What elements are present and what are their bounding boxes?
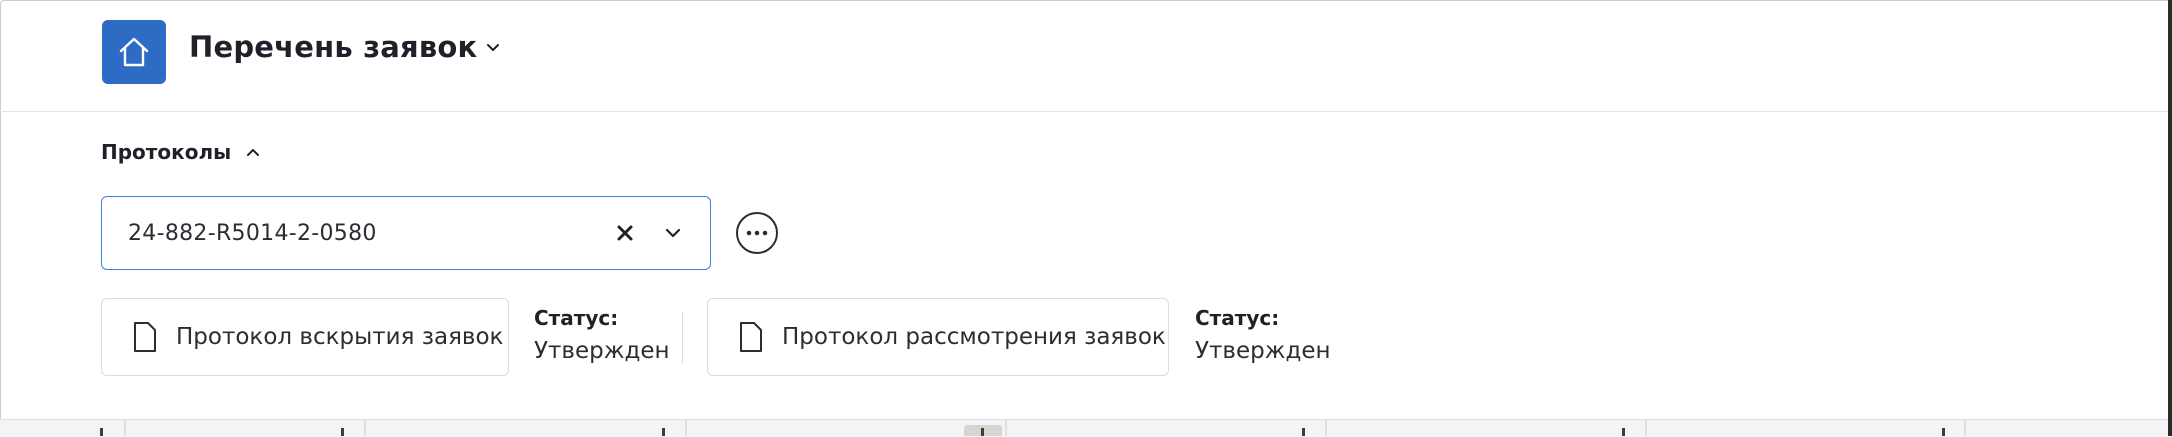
close-icon[interactable] bbox=[610, 218, 640, 248]
status-value: Утвержден bbox=[534, 338, 670, 364]
more-horizontal-icon bbox=[745, 230, 769, 236]
column-separator[interactable] bbox=[1964, 419, 1966, 436]
page-title: Перечень заявок bbox=[189, 30, 478, 64]
status-value: Утвержден bbox=[1195, 338, 1331, 364]
column-separator[interactable] bbox=[1645, 419, 1647, 436]
column-separator[interactable] bbox=[685, 419, 687, 436]
review-protocol-button[interactable]: Протокол рассмотрения заявок bbox=[707, 298, 1169, 376]
page-title-dropdown[interactable]: Перечень заявок bbox=[189, 30, 501, 64]
column-separator[interactable] bbox=[124, 419, 126, 436]
section-title: Протоколы bbox=[101, 140, 232, 164]
sort-icon[interactable] bbox=[1622, 428, 1625, 436]
divider bbox=[682, 312, 683, 364]
sort-icon[interactable] bbox=[1942, 428, 1945, 436]
column-separator[interactable] bbox=[364, 419, 366, 436]
protocols-section-toggle[interactable]: Протоколы bbox=[101, 140, 261, 164]
column-separator[interactable] bbox=[1325, 419, 1327, 436]
sort-icon[interactable] bbox=[100, 428, 103, 436]
chevron-up-icon bbox=[245, 144, 261, 160]
document-icon bbox=[738, 321, 764, 353]
opening-protocol-status: Статус: Утвержден bbox=[534, 306, 670, 364]
protocol-select[interactable]: 24-882-R5014-2-0580 bbox=[101, 196, 711, 270]
sort-icon[interactable] bbox=[341, 428, 344, 436]
more-actions-button[interactable] bbox=[736, 212, 778, 254]
chevron-down-icon[interactable] bbox=[658, 218, 688, 248]
sort-icon[interactable] bbox=[662, 428, 665, 436]
sort-icon[interactable] bbox=[1302, 428, 1305, 436]
document-label: Протокол вскрытия заявок bbox=[176, 324, 504, 350]
chevron-down-icon bbox=[485, 39, 501, 55]
document-icon bbox=[132, 321, 158, 353]
opening-protocol-button[interactable]: Протокол вскрытия заявок bbox=[101, 298, 509, 376]
column-separator[interactable] bbox=[1005, 419, 1007, 436]
home-icon bbox=[116, 34, 152, 70]
page-header: Перечень заявок bbox=[0, 0, 2168, 112]
home-button[interactable] bbox=[102, 20, 166, 84]
status-label: Статус: bbox=[1195, 306, 1280, 330]
table-header-strip bbox=[0, 419, 2168, 437]
status-label: Статус: bbox=[534, 306, 619, 330]
document-label: Протокол рассмотрения заявок bbox=[782, 324, 1166, 350]
window-edge bbox=[2168, 0, 2172, 436]
review-protocol-status: Статус: Утвержден bbox=[1195, 306, 1331, 364]
sort-icon[interactable] bbox=[981, 428, 984, 436]
protocol-select-value: 24-882-R5014-2-0580 bbox=[128, 220, 377, 246]
